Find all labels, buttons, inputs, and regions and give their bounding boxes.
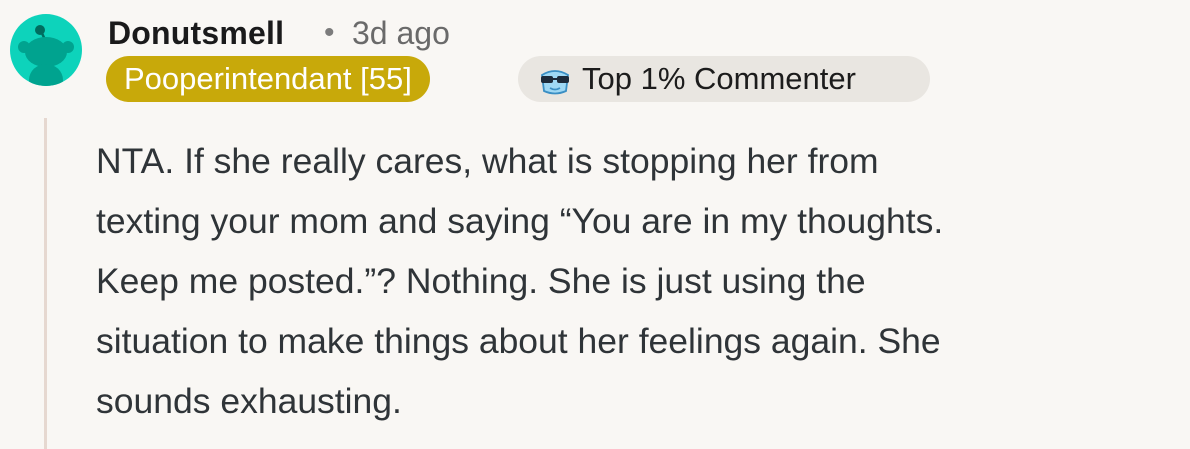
- thread-line[interactable]: [44, 118, 47, 449]
- snoo-icon: [18, 25, 74, 86]
- comment-body-line: Keep me posted.”? Nothing. She is just u…: [96, 261, 866, 301]
- comment-body: NTA. If she really cares, what is stoppi…: [96, 131, 1176, 431]
- comment-body-line: NTA. If she really cares, what is stoppi…: [96, 141, 879, 181]
- comment-body-line: sounds exhausting.: [96, 381, 402, 421]
- comment-body-line: texting your mom and saying “You are in …: [96, 201, 944, 241]
- comment-body-line: situation to make things about her feeli…: [96, 321, 941, 361]
- sunglasses-icon: [538, 64, 572, 96]
- comment: Donutsmell • 3d ago Pooperintendant [55]…: [0, 0, 1190, 449]
- badge-label: Top 1% Commenter: [582, 61, 856, 96]
- avatar[interactable]: [10, 14, 82, 86]
- username[interactable]: Donutsmell: [108, 14, 284, 52]
- meta-separator: •: [324, 16, 335, 49]
- top-commenter-badge[interactable]: Top 1% Commenter: [518, 56, 930, 102]
- timestamp[interactable]: 3d ago: [352, 14, 450, 52]
- user-flair: Pooperintendant [55]: [106, 56, 430, 102]
